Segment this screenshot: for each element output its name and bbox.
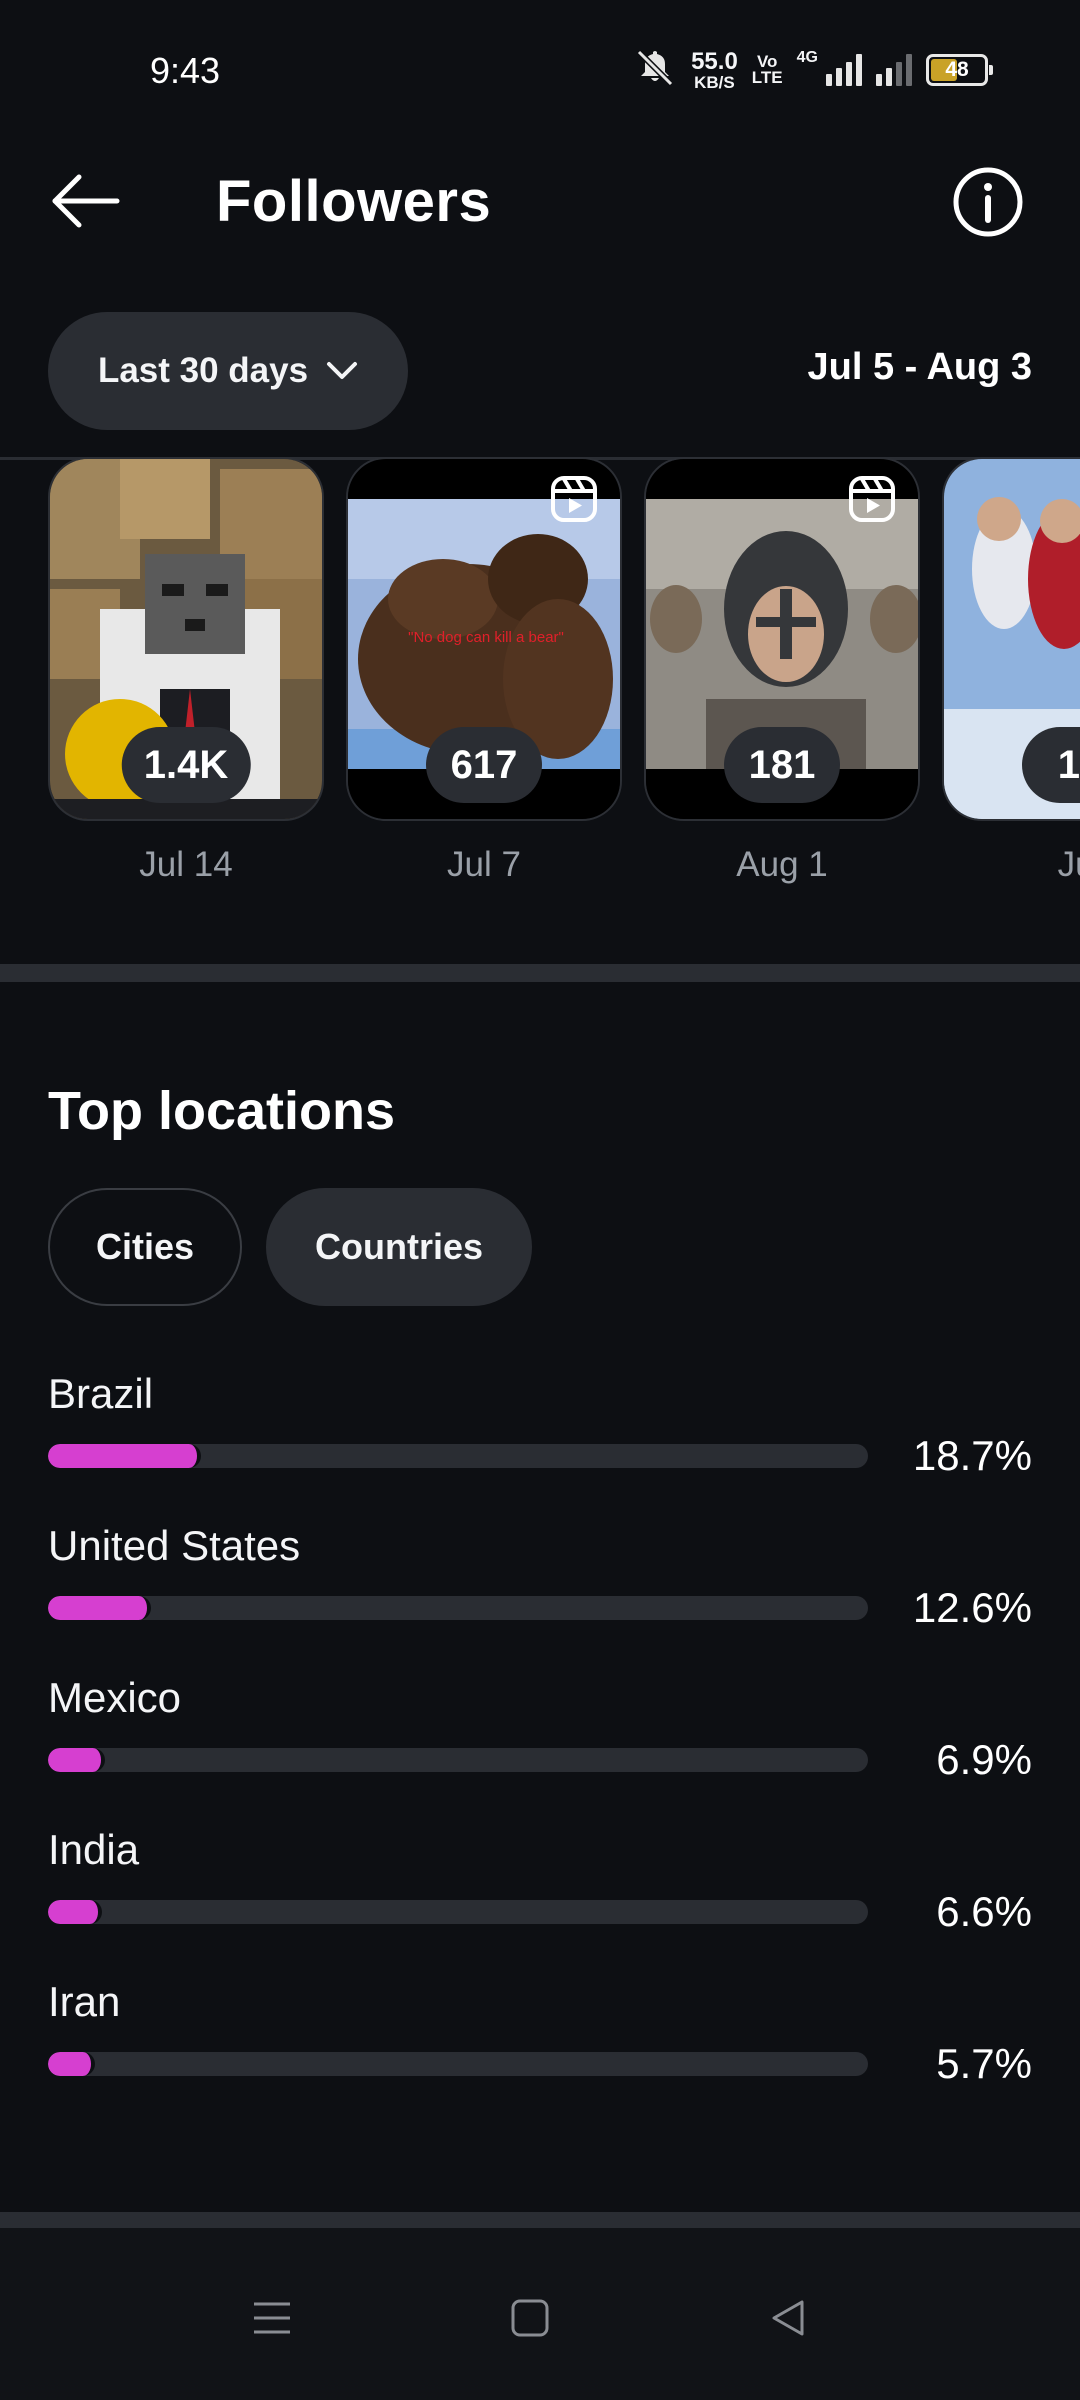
network-speed-unit: KB/S xyxy=(694,72,735,92)
location-bar-fill xyxy=(48,1444,202,1468)
top-posts-carousel[interactable]: 1.4K Jul 14 "No dog can kill a bear" 617… xyxy=(0,457,1080,917)
back-button[interactable] xyxy=(40,166,130,236)
tab-countries[interactable]: Countries xyxy=(266,1188,532,1306)
network-type: 4G xyxy=(796,49,818,66)
chevron-down-icon xyxy=(327,362,358,379)
post-date: Jul 7 xyxy=(447,845,521,884)
location-percent: 6.6% xyxy=(936,1888,1032,1935)
status-icons: 55.0 KB/S Vo LTE 4G 48 xyxy=(633,47,993,93)
back-triangle-icon xyxy=(772,2300,804,2336)
info-icon xyxy=(953,167,1023,237)
location-row: United States 12.6% xyxy=(48,1518,1032,1670)
location-row: India 6.6% xyxy=(48,1822,1032,1974)
reels-icon xyxy=(551,476,597,522)
page-title: Followers xyxy=(216,169,492,234)
location-row: Brazil 18.7% xyxy=(48,1366,1032,1518)
recent-apps-button[interactable] xyxy=(232,2278,312,2358)
followers-screen: 9:43 55.0 KB/S Vo LTE 4G 48 Followers La… xyxy=(0,0,1080,2400)
volte-line2: LTE xyxy=(751,68,783,87)
location-name: Mexico xyxy=(48,1674,182,1721)
post-date: Jul 14 xyxy=(139,845,233,884)
location-list: Brazil 18.7% United States 12.6% Mexico … xyxy=(48,1366,1032,2126)
date-range-dropdown[interactable]: Last 30 days xyxy=(48,312,408,430)
location-percent: 5.7% xyxy=(936,2040,1032,2087)
post-follower-count: 181 xyxy=(724,727,840,803)
post-card[interactable]: 181 Aug 1 xyxy=(644,457,920,885)
location-name: Iran xyxy=(48,1978,121,2025)
status-time: 9:43 xyxy=(150,50,221,91)
arrow-left-icon xyxy=(52,174,120,228)
section-divider xyxy=(0,964,1080,982)
app-header: Followers xyxy=(0,140,1080,260)
location-percent: 6.9% xyxy=(936,1736,1032,1783)
battery-icon: 48 xyxy=(926,54,993,86)
network-speed-value: 55.0 xyxy=(691,47,738,75)
location-bar-track xyxy=(48,1596,868,1620)
tab-cities[interactable]: Cities xyxy=(48,1188,242,1306)
signal-icon xyxy=(826,54,862,86)
location-bar-fill xyxy=(48,1596,152,1620)
home-button[interactable] xyxy=(490,2278,570,2358)
location-bar-track xyxy=(48,1900,868,1924)
post-thumbnail[interactable]: "No dog can kill a bear" 617 xyxy=(346,457,622,821)
post-caption: "No dog can kill a bear" xyxy=(408,629,564,646)
location-name: India xyxy=(48,1826,140,1873)
location-bar-track xyxy=(48,1748,868,1772)
post-date: Aug 1 xyxy=(736,845,828,884)
post-thumbnail[interactable]: 17 xyxy=(942,457,1080,821)
post-card[interactable]: "No dog can kill a bear" 617 Jul 7 xyxy=(346,457,622,885)
info-button[interactable] xyxy=(946,160,1030,244)
location-row: Mexico 6.9% xyxy=(48,1670,1032,1822)
top-locations-title: Top locations xyxy=(48,1081,395,1141)
battery-level: 48 xyxy=(945,58,969,81)
post-card[interactable]: 1.4K Jul 14 xyxy=(48,457,324,885)
status-bar: 9:43 55.0 KB/S Vo LTE 4G 48 xyxy=(0,0,1080,140)
location-name: United States xyxy=(48,1522,301,1569)
system-nav-bar xyxy=(0,2228,1080,2400)
reels-icon xyxy=(849,476,895,522)
location-bar-track xyxy=(48,1444,868,1468)
volte-indicator: Vo LTE xyxy=(751,53,783,87)
post-follower-count: 1.4K xyxy=(121,727,251,803)
location-row: Iran 5.7% xyxy=(48,1974,1032,2126)
system-back-button[interactable] xyxy=(748,2278,828,2358)
location-bar-fill xyxy=(48,1900,103,1924)
section-divider xyxy=(0,2212,1080,2228)
signal-icon-secondary xyxy=(876,54,912,86)
post-date: Jul xyxy=(1057,845,1080,884)
location-percent: 12.6% xyxy=(912,1584,1032,1631)
post-thumbnail[interactable]: 181 xyxy=(644,457,920,821)
location-percent: 18.7% xyxy=(912,1432,1032,1479)
location-bar-fill xyxy=(48,2052,95,2076)
menu-icon xyxy=(254,2302,290,2334)
date-range-text: Jul 5 - Aug 3 xyxy=(807,346,1032,388)
location-bar-fill xyxy=(48,1748,105,1772)
location-bar-track xyxy=(48,2052,868,2076)
mute-icon xyxy=(633,48,677,93)
location-name: Brazil xyxy=(48,1370,154,1417)
home-square-icon xyxy=(511,2299,549,2337)
post-thumbnail[interactable]: 1.4K xyxy=(48,457,324,821)
post-card[interactable]: 17 Jul xyxy=(942,457,1080,885)
post-follower-count: 617 xyxy=(426,727,542,803)
date-range-dropdown-label: Last 30 days xyxy=(97,351,309,390)
network-speed: 55.0 KB/S xyxy=(691,47,738,92)
